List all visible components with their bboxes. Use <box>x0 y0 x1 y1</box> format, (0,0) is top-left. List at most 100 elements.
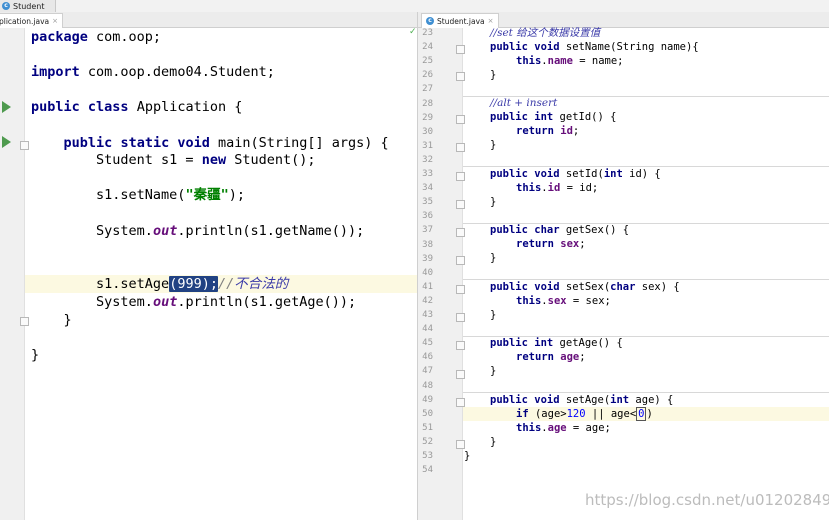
static-field: out <box>152 223 178 239</box>
line-number: 42 <box>422 295 433 306</box>
keyword: new <box>201 152 227 168</box>
field: id <box>560 125 573 137</box>
keyword: public <box>490 41 528 53</box>
code-line: } <box>490 139 497 151</box>
fold-icon[interactable] <box>456 370 465 379</box>
code-line: public int getId() { <box>490 110 616 124</box>
left-gutter <box>0 28 29 520</box>
fold-icon[interactable] <box>456 313 465 322</box>
code-text: sex) { <box>635 281 680 293</box>
fold-icon[interactable] <box>456 398 465 407</box>
close-icon[interactable]: × <box>488 17 494 25</box>
code-line: } <box>490 436 497 448</box>
code-text: = name; <box>572 55 624 67</box>
fold-icon[interactable] <box>456 341 465 350</box>
code-text: s1.setAge <box>96 276 170 292</box>
line-number: 52 <box>422 436 433 447</box>
fold-icon[interactable] <box>456 72 465 81</box>
left-editor[interactable]: package com.oop; import com.oop.demo04.S… <box>0 28 417 520</box>
right-tab-bar: c Student.java × <box>418 12 829 28</box>
line-number: 45 <box>422 338 433 349</box>
tab-application-java[interactable]: plication.java × <box>0 13 63 28</box>
code-line: } <box>490 196 497 208</box>
text-caret[interactable]: 0 <box>636 407 647 421</box>
code-text: System. <box>96 223 153 239</box>
code-text: s1.setName( <box>96 187 186 203</box>
run-triangle-icon[interactable] <box>2 136 11 148</box>
fold-icon[interactable] <box>456 115 465 124</box>
code-line: } <box>464 450 471 462</box>
code-text: id) { <box>622 168 661 180</box>
field: name <box>547 55 573 67</box>
code-text: ; <box>579 238 586 250</box>
line-number: 44 <box>422 324 433 335</box>
keyword: import <box>31 64 80 80</box>
line-number: 46 <box>422 352 433 363</box>
breadcrumb-student[interactable]: c Student <box>0 0 56 12</box>
code-line: return sex; <box>516 237 586 251</box>
code-line: package com.oop; <box>31 28 161 46</box>
line-number: 35 <box>422 197 433 208</box>
code-text: ; <box>572 125 580 137</box>
fold-icon[interactable] <box>20 317 29 326</box>
fold-icon[interactable] <box>456 256 465 265</box>
keyword: return <box>516 125 554 137</box>
line-number: 29 <box>422 112 433 123</box>
right-editor[interactable]: 23 24 25 26 27 28 29 30 31 32 33 34 35 36 37 38 39 40 41 42… <box>418 27 829 520</box>
code-line: public class Application { <box>31 98 242 116</box>
code-line: } <box>490 365 497 377</box>
keyword: char <box>534 224 560 236</box>
code-line: this.id = id; <box>516 182 599 194</box>
code-text: || age< <box>585 408 637 420</box>
code-line: import com.oop.demo04.Student; <box>31 63 275 81</box>
fold-icon[interactable] <box>20 141 29 150</box>
line-number: 32 <box>422 154 433 165</box>
code-line: public static void main(String[] args) { <box>31 134 389 152</box>
keyword: this <box>516 295 542 307</box>
fold-icon[interactable] <box>456 45 465 54</box>
code-line: this.name = name; <box>516 55 624 67</box>
fold-icon[interactable] <box>456 143 465 152</box>
code-line: s1.setName("秦疆"); <box>31 186 245 204</box>
code-line: } <box>490 309 497 321</box>
field: sex <box>560 238 580 250</box>
fold-icon[interactable] <box>456 228 465 237</box>
string-literal: "秦疆" <box>185 187 229 203</box>
code-line: } <box>31 312 72 328</box>
line-number: 26 <box>422 70 433 81</box>
keyword: class <box>87 99 129 115</box>
code-text: = id; <box>560 182 599 194</box>
line-number: 23 <box>422 28 433 38</box>
code-text: setAge( <box>559 394 611 406</box>
comment: //alt + insert <box>490 97 558 109</box>
keyword: public <box>490 111 528 123</box>
code-line: public int getAge() { <box>490 336 623 350</box>
field: id <box>547 182 561 194</box>
line-number: 38 <box>422 239 433 250</box>
code-text: Student(); <box>226 152 316 168</box>
code-line: } <box>490 252 497 264</box>
keyword: return <box>516 238 554 250</box>
code-text: (age> <box>528 408 567 420</box>
keyword: int <box>534 111 554 123</box>
line-number: 24 <box>422 42 433 53</box>
code-line: } <box>490 69 497 81</box>
run-triangle-icon[interactable] <box>2 101 11 113</box>
line-number: 36 <box>422 211 433 222</box>
field: age <box>547 422 567 434</box>
code-text: main(String[] args) { <box>209 135 389 151</box>
number-literal: 120 <box>566 408 586 420</box>
line-number: 31 <box>422 140 433 151</box>
selected-text[interactable]: (999); <box>169 276 218 292</box>
keyword: char <box>610 281 636 293</box>
keyword: void <box>534 168 560 180</box>
fold-icon[interactable] <box>456 285 465 294</box>
close-icon[interactable]: × <box>52 17 58 25</box>
fold-icon[interactable] <box>456 200 465 209</box>
keyword: return <box>516 351 554 363</box>
fold-icon[interactable] <box>456 172 465 181</box>
fold-icon[interactable] <box>456 440 465 449</box>
